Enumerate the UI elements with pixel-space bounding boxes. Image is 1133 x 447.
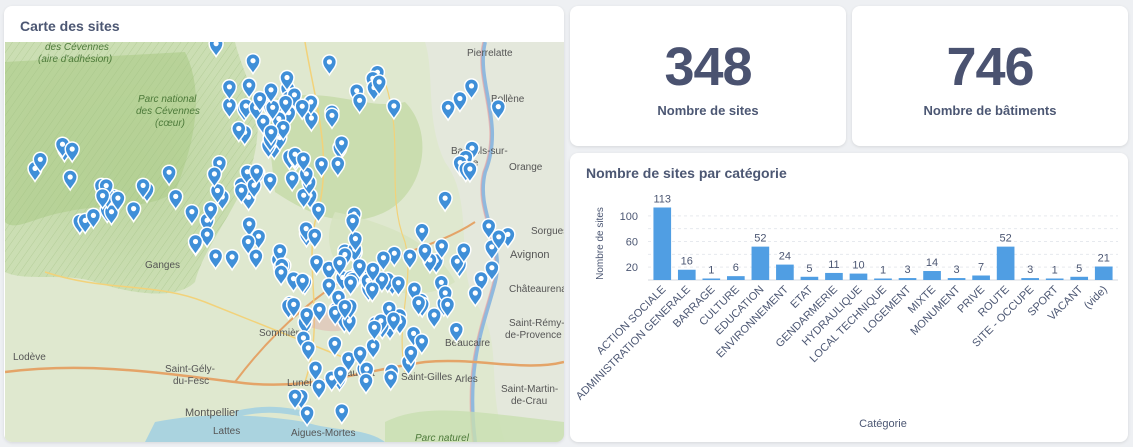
map-label: Sorgues: [531, 226, 564, 237]
bar: [874, 278, 892, 280]
category-chart-card: Nombre de sites par catégorie 20 60 100 Nom…: [570, 153, 1128, 442]
y-tick-label: 20: [626, 262, 638, 274]
bar-value-label: 1: [880, 265, 886, 277]
y-tick-label: 60: [626, 237, 638, 249]
bar: [727, 276, 745, 280]
bar-value-label: 10: [852, 260, 864, 272]
bar-value-label: 3: [1027, 264, 1033, 276]
bar: [702, 278, 721, 280]
map-card: Carte des sites des Cévennes (aire d'adh…: [4, 6, 564, 442]
map-label: Saint-Rémy-: [509, 318, 564, 329]
bar-value-label: 1: [708, 265, 714, 277]
buildings-count-value: 746: [946, 37, 1034, 97]
map-label: Saint-Gély-: [165, 364, 215, 375]
map-label: Beaucaire: [445, 338, 490, 349]
bar-value-label: 5: [1076, 263, 1082, 275]
bar: [653, 207, 672, 280]
map-canvas[interactable]: des Cévennes (aire d'adhésion) Parc nati…: [4, 35, 564, 442]
map-label: Avignon: [510, 249, 550, 261]
category-label: (vide): [1082, 284, 1110, 312]
sites-count-label: Nombre de sites: [657, 103, 759, 118]
bar: [947, 278, 966, 280]
category-label: ADMINISTRATION GENERALE: [574, 284, 693, 403]
bar: [677, 269, 696, 280]
bar-value-label: 7: [978, 262, 984, 274]
bar: [825, 272, 843, 280]
map-label: Lunel: [287, 378, 311, 389]
bar: [849, 273, 868, 280]
map-label: des Cévennes: [136, 106, 200, 117]
bar-value-label: 5: [806, 263, 812, 275]
map-label: (aire d'adhésion): [38, 54, 112, 65]
bar: [1094, 266, 1113, 280]
map-label: Parc naturel: [415, 433, 470, 442]
map-label: Châteaurenard: [509, 284, 564, 295]
bar-value-label: 1: [1052, 265, 1058, 277]
map-label: Lodève: [13, 352, 46, 363]
sites-count-card: 348 Nombre de sites: [570, 6, 846, 146]
bar: [923, 271, 941, 280]
map-label: Orange: [509, 162, 543, 173]
map-label: Saint-Martin-: [501, 384, 558, 395]
bar: [1045, 278, 1064, 280]
map-card-title: Carte des sites: [20, 18, 120, 34]
bar-value-label: 52: [754, 233, 766, 245]
bar: [898, 278, 917, 280]
map-label: Lattes: [213, 426, 240, 437]
category-bar-chart: 2060100Nombre de sitesCatégorie113ACTION…: [574, 193, 1118, 430]
bar: [751, 246, 770, 280]
bar-value-label: 21: [1098, 253, 1110, 265]
map-label: Montpellier: [185, 407, 239, 419]
map-label: des Cévennes: [45, 42, 109, 53]
bar-value-label: 11: [828, 259, 839, 271]
map-label: (cœur): [155, 118, 185, 129]
sites-count-value: 348: [664, 37, 752, 97]
bar-value-label: 16: [681, 256, 693, 268]
buildings-count-card: 746 Nombre de bâtiments: [852, 6, 1128, 146]
bar: [776, 264, 794, 280]
map-label: Parc national: [138, 94, 197, 105]
bar: [972, 275, 990, 280]
bar: [800, 276, 819, 280]
bar: [1021, 278, 1039, 280]
y-axis-label: Nombre de sites: [595, 207, 606, 280]
bar-value-label: 14: [926, 257, 938, 269]
bar-value-label: 3: [904, 264, 910, 276]
bar-value-label: 6: [733, 262, 739, 274]
bar-value-label: 3: [954, 264, 960, 276]
sites-map[interactable]: des Cévennes (aire d'adhésion) Parc nati…: [4, 35, 564, 442]
bar-value-label: 113: [653, 193, 671, 205]
map-label: Ganges: [145, 260, 180, 271]
buildings-count-label: Nombre de bâtiments: [923, 103, 1057, 118]
bar-value-label: 52: [1000, 233, 1012, 245]
x-axis-label: Catégorie: [859, 418, 907, 430]
bar-value-label: 24: [779, 251, 791, 263]
map-label: Arles: [455, 374, 478, 385]
map-label: de-Provence: [505, 330, 562, 341]
map-label: Aigues-Mortes: [291, 428, 355, 439]
bar: [996, 246, 1015, 280]
map-label: de-Crau: [511, 396, 547, 407]
map-label: Pierrelatte: [467, 48, 513, 59]
bar: [1070, 276, 1089, 280]
y-tick-label: 100: [620, 211, 638, 223]
map-label: du-Fesc: [173, 376, 209, 387]
